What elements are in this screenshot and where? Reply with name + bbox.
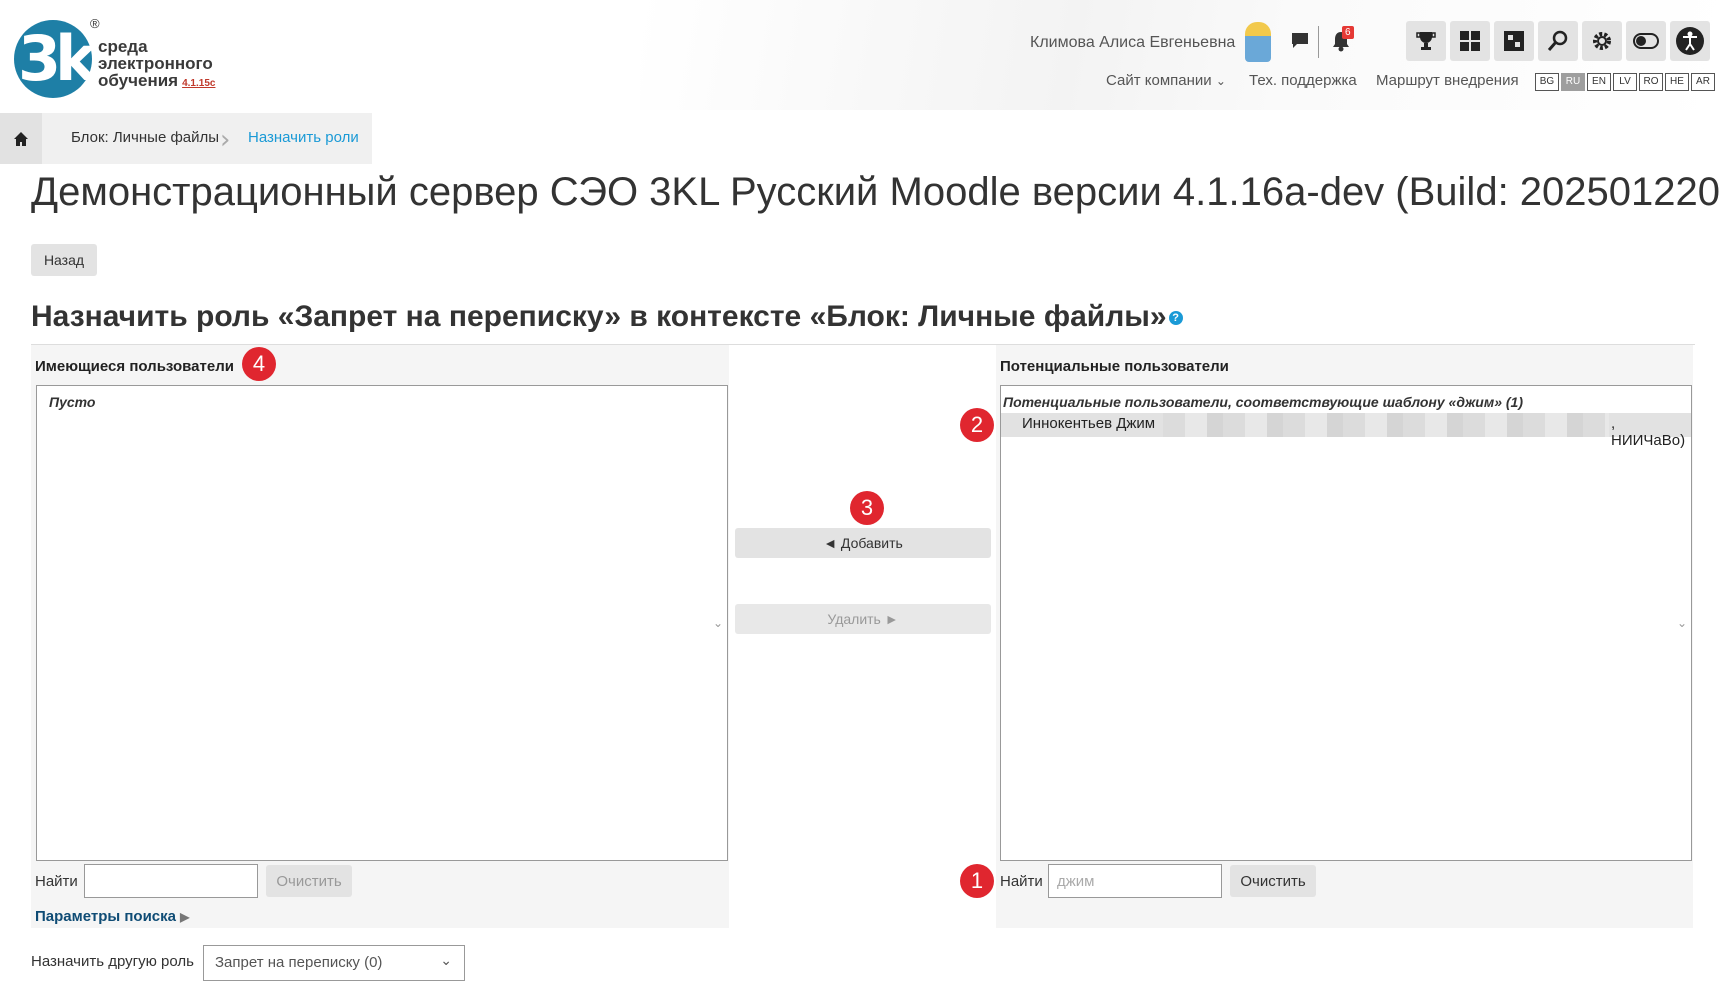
list-item[interactable]: Иннокентьев Джим , НИИЧаВо) <box>1001 413 1691 449</box>
breadcrumb: Блок: Личные файлы › Назначить роли <box>0 113 372 164</box>
page-title: Демонстрационный сервер СЭО 3KL Русский … <box>31 170 1720 214</box>
support-link[interactable]: Тех. поддержка <box>1249 72 1357 89</box>
potential-users-list[interactable]: Потенциальные пользователи, соответствую… <box>1000 385 1692 861</box>
notifications-badge: 6 <box>1342 26 1354 39</box>
toggle-icon[interactable] <box>1626 21 1666 61</box>
other-role-select[interactable]: Запрет на переписку (0) ⌄ <box>203 945 465 981</box>
dashboard-icon[interactable] <box>1450 21 1490 61</box>
search-params-toggle[interactable]: Параметры поиска ▶ <box>35 908 189 925</box>
language-switcher: BG RU EN LV RO HE AR <box>1535 73 1717 91</box>
gear-icon[interactable] <box>1582 21 1622 61</box>
marker-1: 1 <box>960 864 994 898</box>
potential-group-label: Потенциальные пользователи, соответствую… <box>1003 394 1523 410</box>
redacted-area <box>1163 413 1609 437</box>
existing-find-label: Найти <box>35 873 78 890</box>
option-user-org: , НИИЧаВо) <box>1611 415 1686 449</box>
potential-users-panel: Потенциальные пользователи Потенциальные… <box>996 345 1693 928</box>
potential-clear-button[interactable]: Очистить <box>1230 865 1316 897</box>
logo-mark: 3k <box>14 20 96 98</box>
logo-text: среда электронного обучения 4.1.15c <box>98 37 216 90</box>
lang-he[interactable]: HE <box>1665 73 1689 91</box>
other-role-label: Назначить другую роль <box>31 953 194 970</box>
lang-en[interactable]: EN <box>1587 73 1611 91</box>
chevron-down-icon: ⌄ <box>1215 74 1226 88</box>
user-name[interactable]: Климова Алиса Евгеньевна <box>1030 34 1235 52</box>
lang-lv[interactable]: LV <box>1613 73 1637 91</box>
trophy-icon[interactable] <box>1406 21 1446 61</box>
add-button[interactable]: ◄ Добавить <box>735 528 991 558</box>
existing-search-input[interactable] <box>84 864 258 898</box>
existing-users-list[interactable]: Пусто ⌄ <box>36 385 728 861</box>
caret-right-icon: ▶ <box>180 910 190 924</box>
home-icon[interactable] <box>0 113 42 164</box>
potential-find-label: Найти <box>1000 873 1043 890</box>
option-user-name: Иннокентьев Джим <box>1022 415 1156 432</box>
potential-search-input[interactable] <box>1048 864 1222 898</box>
chevron-down-icon: ⌄ <box>440 952 452 968</box>
empty-label: Пусто <box>49 394 96 410</box>
chevron-down-icon: ⌄ <box>712 616 723 630</box>
marker-2: 2 <box>960 408 994 442</box>
avatar[interactable] <box>1245 22 1271 62</box>
lang-bg[interactable]: BG <box>1535 73 1559 91</box>
breadcrumb-chevron-icon: › <box>220 125 231 155</box>
logo-version[interactable]: 4.1.15c <box>182 78 215 89</box>
accessibility-icon[interactable] <box>1670 21 1710 61</box>
lang-ar[interactable]: AR <box>1691 73 1715 91</box>
role-title: Назначить роль «Запрет на переписку» в к… <box>31 300 1183 334</box>
breadcrumb-block-files[interactable]: Блок: Личные файлы <box>71 129 219 146</box>
marker-3: 3 <box>850 491 884 525</box>
existing-users-panel: Имеющиеся пользователи Пусто ⌄ <box>31 345 729 928</box>
chat-icon[interactable] <box>1287 28 1313 54</box>
lang-ro[interactable]: RO <box>1639 73 1663 91</box>
breadcrumb-assign-roles[interactable]: Назначить роли <box>248 129 359 146</box>
remove-button[interactable]: Удалить ► <box>735 604 991 634</box>
puzzle-icon[interactable] <box>1494 21 1534 61</box>
search-icon[interactable] <box>1538 21 1578 61</box>
existing-users-title: Имеющиеся пользователи <box>35 358 234 375</box>
registered-mark: ® <box>90 16 100 31</box>
chevron-down-icon: ⌄ <box>1676 616 1687 630</box>
lang-ru[interactable]: RU <box>1561 73 1585 91</box>
back-button[interactable]: Назад <box>31 244 97 276</box>
route-link[interactable]: Маршрут внедрения <box>1376 72 1519 89</box>
company-site-menu[interactable]: Сайт компании ⌄ <box>1106 72 1226 89</box>
potential-users-title: Потенциальные пользователи <box>1000 358 1229 375</box>
marker-4: 4 <box>242 347 276 381</box>
header-separator <box>1318 26 1319 58</box>
help-icon[interactable]: ? <box>1168 311 1183 326</box>
existing-clear-button[interactable]: Очистить <box>266 865 352 897</box>
site-logo[interactable]: 3k ® среда электронного обучения 4.1.15c <box>14 16 234 104</box>
